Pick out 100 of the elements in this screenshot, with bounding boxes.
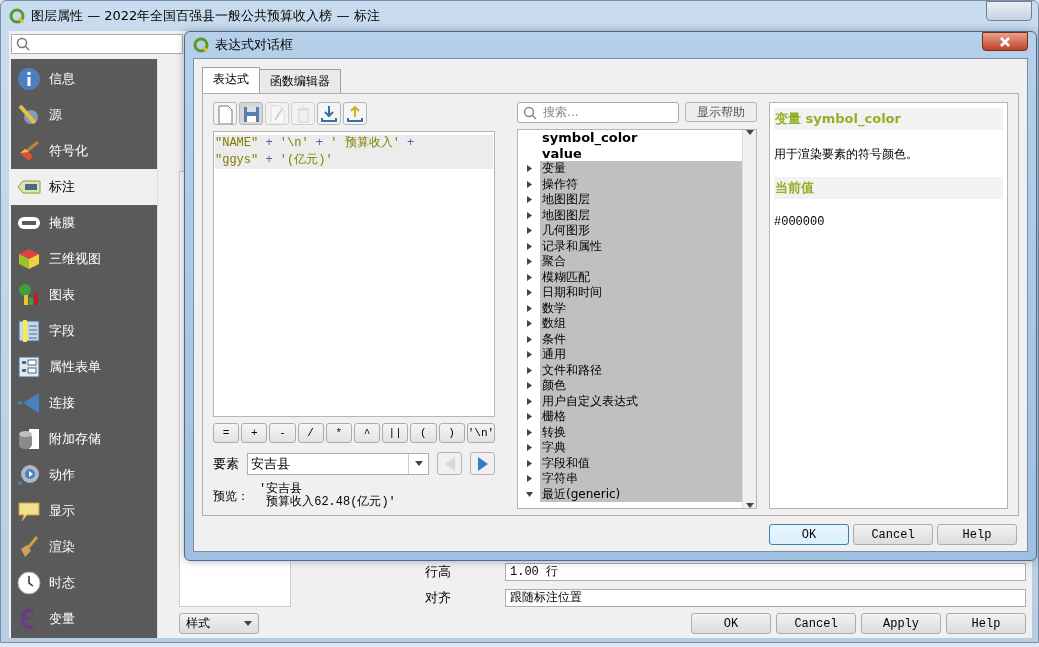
- next-button[interactable]: [470, 452, 496, 475]
- feature-combobox[interactable]: 安吉县: [247, 452, 430, 475]
- tree-item[interactable]: 字典: [542, 440, 567, 454]
- search-field[interactable]: 搜索...: [517, 102, 679, 123]
- tab[interactable]: 函数编辑器: [259, 69, 341, 93]
- collapsed-arrow-icon[interactable]: [525, 211, 533, 219]
- dialog-button[interactable]: Help: [937, 524, 1017, 545]
- sidebar-item-label: 字段: [49, 322, 75, 340]
- dialog-button[interactable]: OK: [691, 613, 771, 634]
- collapsed-arrow-icon[interactable]: [525, 366, 533, 374]
- collapsed-arrow-icon[interactable]: [525, 289, 533, 297]
- tree-item[interactable]: 字符串: [542, 471, 579, 485]
- collapsed-arrow-icon[interactable]: [525, 351, 533, 359]
- sidebar-item[interactable]: 三维视图: [11, 241, 157, 277]
- sidebar-item-label: 渲染: [49, 538, 75, 556]
- operator-button[interactable]: (: [410, 423, 437, 443]
- close-icon: [1000, 36, 1010, 47]
- input-field[interactable]: 跟随标注位置: [505, 589, 1026, 607]
- tree-item[interactable]: 变量: [542, 161, 567, 175]
- toolbar-button[interactable]: [343, 102, 367, 125]
- tree-item[interactable]: 操作符: [542, 176, 579, 191]
- operator-button[interactable]: ||: [382, 423, 409, 443]
- show-help-button[interactable]: 显示帮助: [685, 102, 757, 122]
- dialog-button[interactable]: Cancel: [853, 524, 933, 545]
- dialog-title: 表达式对话框: [215, 36, 293, 54]
- toolbar-button[interactable]: [239, 102, 263, 125]
- operator-button[interactable]: *: [325, 423, 352, 443]
- sidebar-item[interactable]: 字段: [11, 313, 157, 349]
- dialog-button[interactable]: OK: [769, 524, 849, 545]
- tree-item[interactable]: 颜色: [542, 378, 567, 392]
- sidebar-item-label: 符号化: [49, 142, 88, 160]
- sidebar-item[interactable]: 变量: [11, 601, 157, 637]
- collapsed-arrow-icon[interactable]: [525, 304, 533, 312]
- collapsed-arrow-icon[interactable]: [525, 258, 533, 266]
- tree-item[interactable]: 条件: [542, 331, 567, 346]
- sidebar-item-label: 连接: [49, 394, 75, 412]
- tree-item[interactable]: 聚合: [542, 254, 567, 268]
- collapsed-arrow-icon[interactable]: [525, 428, 533, 436]
- sidebar-item-label: 三维视图: [49, 250, 101, 268]
- operator-button[interactable]: /: [297, 423, 324, 443]
- search-field[interactable]: [11, 34, 183, 54]
- dialog-button[interactable]: Help: [946, 613, 1026, 634]
- expanded-arrow-icon[interactable]: [525, 490, 533, 498]
- window-close-button[interactable]: [986, 1, 1032, 21]
- collapsed-arrow-icon[interactable]: [525, 335, 533, 343]
- dialog-button[interactable]: Cancel: [776, 613, 856, 634]
- sidebar-item[interactable]: 标注: [11, 169, 157, 205]
- sidebar-item[interactable]: 图表: [11, 277, 157, 313]
- operator-button[interactable]: -: [269, 423, 296, 443]
- collapsed-arrow-icon[interactable]: [525, 227, 533, 235]
- sidebar-item[interactable]: 时态: [11, 565, 157, 601]
- collapsed-arrow-icon[interactable]: [525, 413, 533, 421]
- scrollbar[interactable]: [742, 130, 756, 508]
- collapsed-arrow-icon[interactable]: [525, 196, 533, 204]
- tree-item[interactable]: symbol_color: [542, 130, 638, 145]
- close-button[interactable]: [982, 32, 1028, 51]
- sidebar-item[interactable]: 信息: [11, 61, 157, 97]
- operator-button[interactable]: ^: [353, 423, 381, 443]
- sidebar-item[interactable]: 附加存储: [11, 421, 157, 457]
- tree-item[interactable]: 数组: [542, 316, 567, 330]
- collapsed-arrow-icon[interactable]: [525, 273, 533, 281]
- sidebar-item[interactable]: 掩膜: [11, 205, 157, 241]
- tree-item[interactable]: value: [542, 145, 582, 161]
- tree-item[interactable]: 数学: [542, 300, 567, 315]
- sidebar-item[interactable]: 属性表单: [11, 349, 157, 385]
- tab[interactable]: 表达式: [202, 67, 260, 93]
- sidebar-item[interactable]: 渲染: [11, 529, 157, 565]
- input-field[interactable]: 1.00 行: [505, 563, 1026, 581]
- sidebar-item[interactable]: 连接: [11, 385, 157, 421]
- sidebar-item-label: 变量: [49, 610, 75, 628]
- expression-editor[interactable]: "NAME" + '\n' + ' 预算收入' + "ggys" + '(亿元)': [213, 131, 496, 417]
- collapsed-arrow-icon[interactable]: [525, 242, 533, 250]
- sidebar-item-label: 动作: [49, 466, 75, 484]
- collapsed-arrow-icon[interactable]: [525, 475, 533, 483]
- collapsed-arrow-icon[interactable]: [525, 459, 533, 467]
- chart-icon: [17, 283, 41, 307]
- operator-button[interactable]: '\n': [466, 423, 496, 443]
- tree-item[interactable]: 转换: [542, 424, 567, 439]
- tree-item[interactable]: 通用: [542, 347, 567, 361]
- operator-button[interactable]: =: [213, 423, 240, 443]
- feature-label: 要素: [213, 454, 239, 473]
- sidebar-item[interactable]: 符号化: [11, 133, 157, 169]
- info-icon: [17, 67, 41, 91]
- style-dropdown[interactable]: 样式: [179, 613, 259, 634]
- sidebar-item[interactable]: 显示: [11, 493, 157, 529]
- tree-item[interactable]: 栅格: [542, 409, 567, 423]
- operator-button[interactable]: ): [438, 423, 465, 443]
- sidebar-item-label: 显示: [49, 502, 75, 520]
- toolbar-button[interactable]: [317, 102, 341, 125]
- collapsed-arrow-icon[interactable]: [525, 444, 533, 452]
- sidebar-item[interactable]: 动作: [11, 457, 157, 493]
- sidebar-item[interactable]: 源: [11, 97, 157, 133]
- collapsed-arrow-icon[interactable]: [525, 180, 533, 188]
- dialog-button[interactable]: Apply: [861, 613, 941, 634]
- collapsed-arrow-icon[interactable]: [525, 382, 533, 390]
- collapsed-arrow-icon[interactable]: [525, 397, 533, 405]
- collapsed-arrow-icon[interactable]: [525, 165, 533, 173]
- collapsed-arrow-icon[interactable]: [525, 320, 533, 328]
- download-icon: [319, 103, 339, 124]
- operator-button[interactable]: +: [241, 423, 268, 443]
